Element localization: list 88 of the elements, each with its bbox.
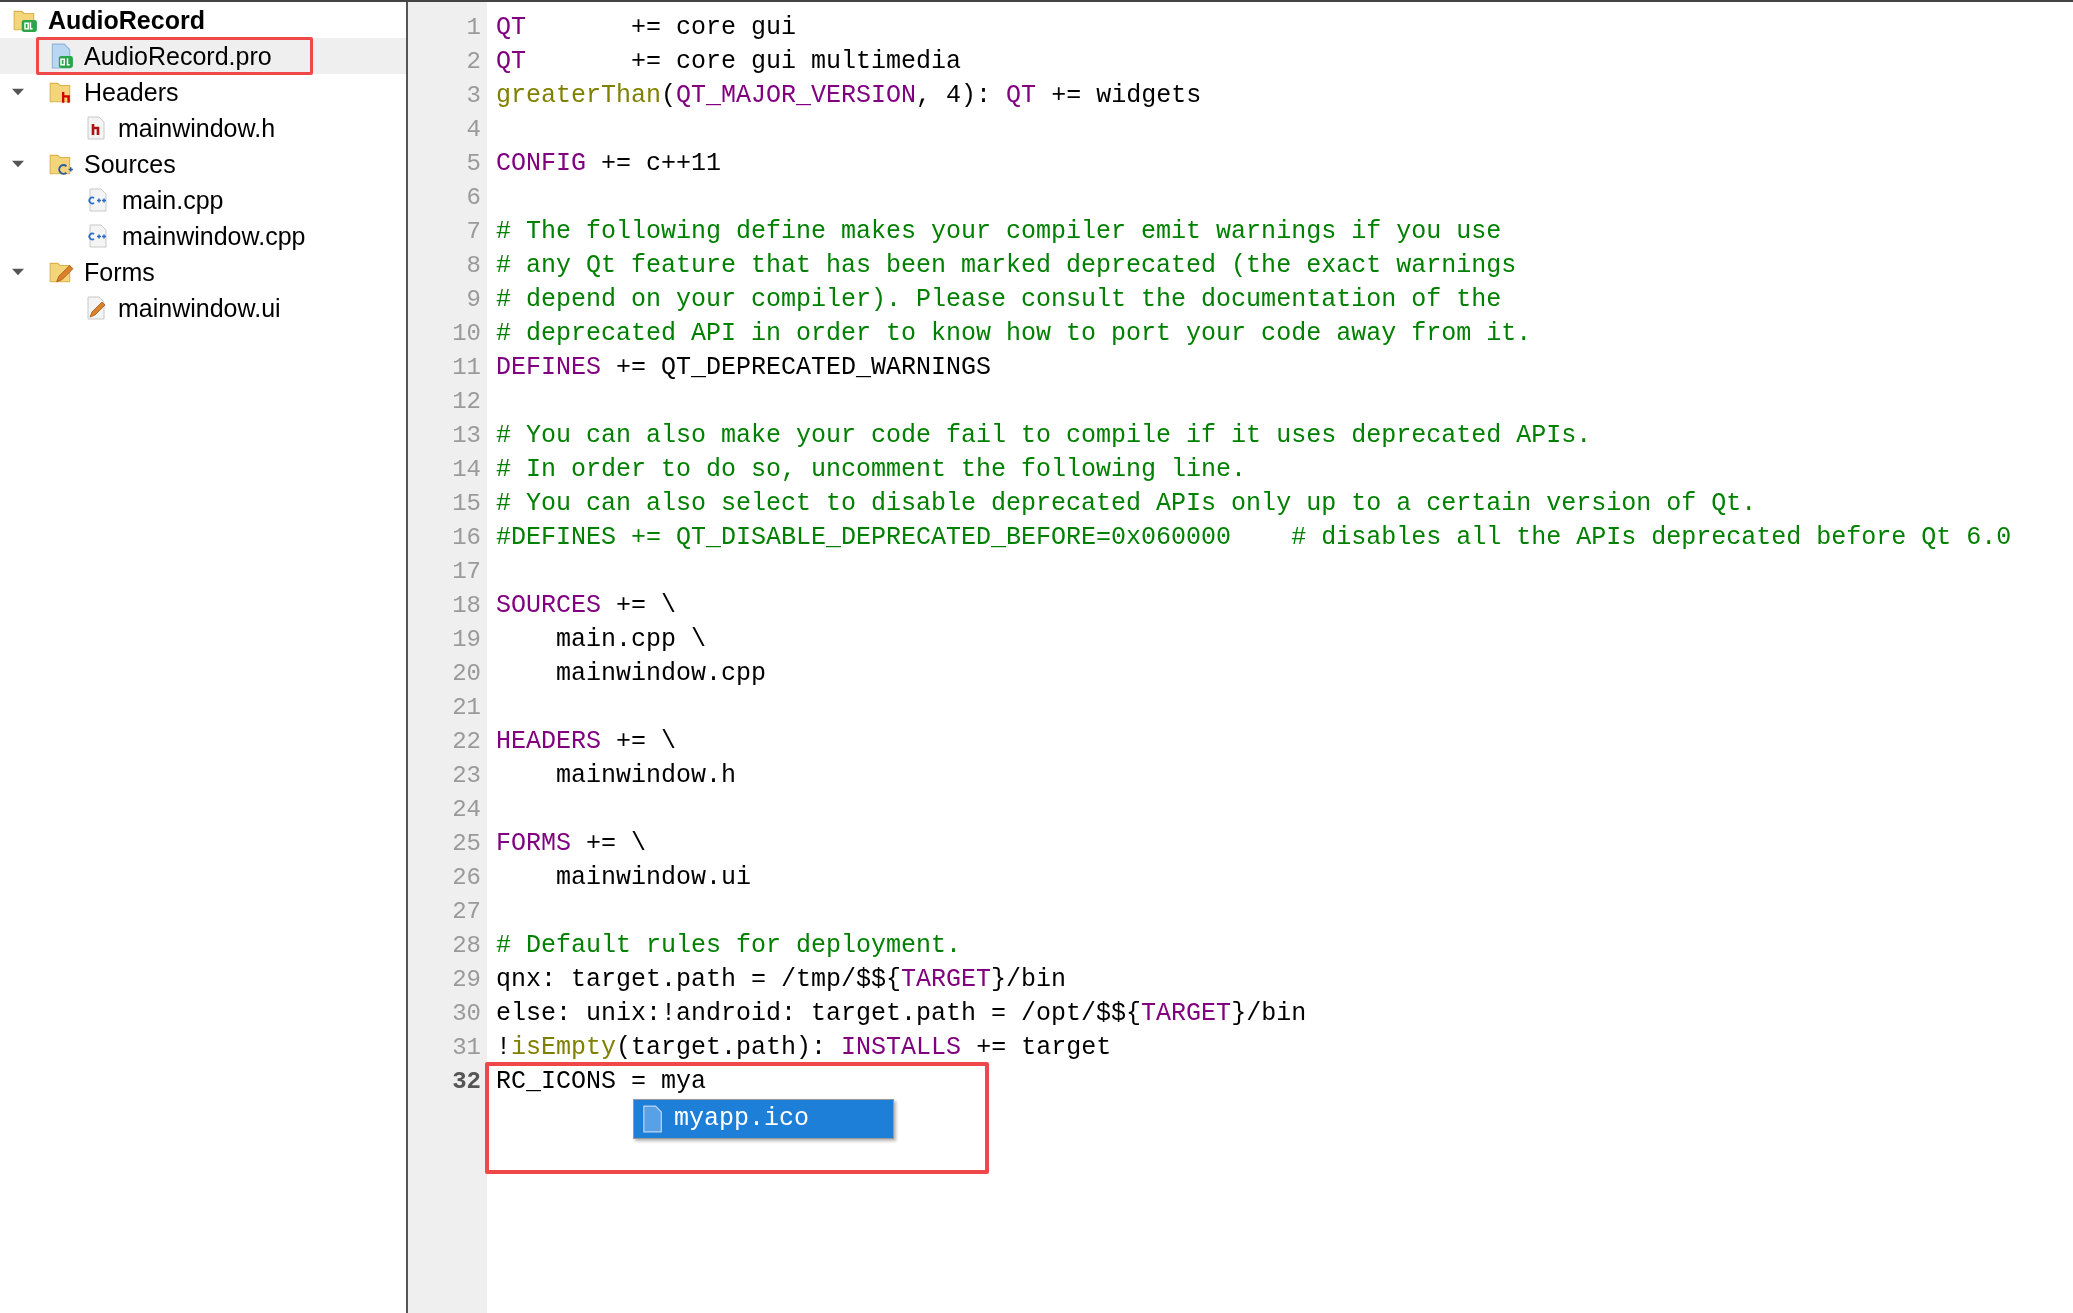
code-token: (target.path): [616,1032,828,1064]
code-token: # Default rules for deployment. [496,930,962,962]
code-token: QT [1006,80,1037,112]
tree-item[interactable]: Sources [84,151,176,177]
code-token: INSTALLS [841,1032,962,1064]
line-number: 3 [465,81,482,111]
line-number: 11 [451,353,482,383]
code-token: # You can also make your code fail to compile if it uses deprecated APIs. [496,420,1592,452]
line-number: 25 [451,829,482,859]
code-token: += widgets [1050,80,1202,112]
line-number: 15 [451,489,482,519]
line-number: 10 [451,319,482,349]
line-number: 14 [451,455,482,485]
code-token: }/bin [991,964,1067,996]
code-token: += \ [615,590,677,622]
line-number: 6 [465,183,482,213]
code-token: += \ [615,726,677,758]
code-token: main.cpp \ [555,624,707,656]
code-token: ( [661,80,677,112]
line-number: 30 [451,999,482,1029]
line-number: 24 [451,795,482,825]
code-token: # You can also select to disable deprecated APIs only up to a certain version of Qt. [496,488,1757,520]
code-token: RC_ICONS = mya [496,1066,707,1098]
code-token: greaterThan [496,80,662,112]
line-number: 12 [451,387,482,417]
code-token: isEmpty [511,1032,617,1064]
code-token: # any Qt feature that has been marked deprecated (the exact warnings [496,250,1517,282]
code-token: QT_MAJOR_VERSION [676,80,917,112]
code-token: #DEFINES += QT_DISABLE_DEPRECATED_BEFORE=0x060000 # disables all the APIs deprecated before Qt 6.0 [496,522,2012,554]
code-token: QT [496,12,526,44]
code-token: FORMS [496,828,571,860]
line-number: 9 [465,285,482,315]
line-number: 4 [465,115,482,145]
line-number: 32 [451,1067,482,1097]
code-token: += \ [585,828,647,860]
line-number: 23 [451,761,482,791]
line-number: 13 [451,421,482,451]
code-token: TARGET [901,964,992,996]
completion-item[interactable]: myapp.ico [634,1100,893,1138]
line-number: 31 [451,1033,482,1063]
code-token: += target [975,1032,1112,1064]
code-token: += core gui multimedia [630,46,962,78]
line-number: 29 [451,965,482,995]
code-token: QT [496,46,526,78]
header-file-icon [84,116,108,140]
code-token: SOURCES [496,590,602,622]
line-number: 21 [451,693,482,723]
line-number: 2 [465,47,482,77]
code-token: DEFINES [496,352,602,384]
code-token: ! [496,1032,511,1064]
code-token: += core gui [630,12,797,44]
tree-item[interactable]: mainwindow.cpp [122,223,306,249]
code-token: HEADERS [496,726,602,758]
line-number: 26 [451,863,482,893]
code-token: mainwindow.ui [555,862,752,894]
line-number: 7 [465,217,482,247]
code-token: mainwindow.cpp [555,658,767,690]
line-number: 18 [451,591,482,621]
line-number: 5 [465,149,482,179]
line-number: 19 [451,625,482,655]
code-token: qnx: target.path = /tmp/$${ [496,964,902,996]
tree-item[interactable]: main.cpp [122,187,224,213]
line-number: 16 [451,523,482,553]
code-token: , 4): [916,80,993,112]
tree-item[interactable]: Forms [84,259,155,285]
code-token: # depend on your compiler). Please consult the documentation of the [496,284,1502,316]
tree-item[interactable]: AudioRecord [48,7,205,33]
tree-item[interactable]: Headers [84,79,179,105]
line-number: 28 [451,931,482,961]
line-number: 20 [451,659,482,689]
code-token: TARGET [1141,998,1232,1030]
line-number: 22 [451,727,482,757]
code-token: else: unix:!android: target.path = /opt/$${ [496,998,1142,1030]
line-number: 1 [465,13,482,43]
code-token: CONFIG [496,148,586,180]
line-number: 8 [465,251,482,281]
code-token: # In order to do so, uncomment the following line. [496,454,1247,486]
code-token: # deprecated API in order to know how to port your code away from it. [496,318,1532,350]
code-token: # The following define makes your compiler emit warnings if you use [496,216,1502,248]
code-token: }/bin [1231,998,1307,1030]
code-token: += QT_DEPRECATED_WARNINGS [615,352,992,384]
code-token: += c++11 [600,148,722,180]
form-file-icon [84,296,108,320]
line-number: 17 [451,557,482,587]
code-token: mainwindow.h [555,760,737,792]
line-number: 27 [451,897,482,927]
tree-item[interactable]: mainwindow.h [118,115,276,141]
tree-item[interactable]: mainwindow.ui [118,295,281,321]
